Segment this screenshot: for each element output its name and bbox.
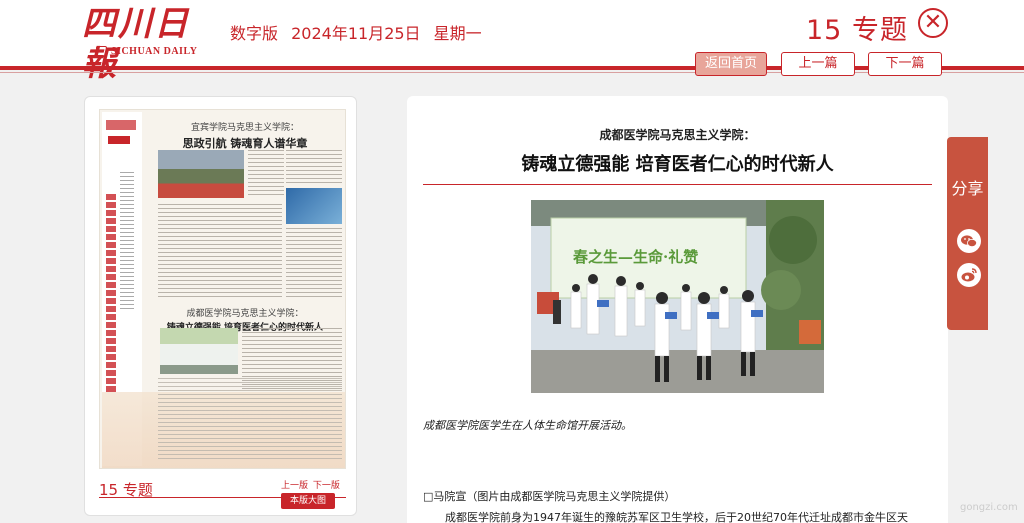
article-content: 成都医学院马克思主义学院： 铸魂立德强能 培育医者仁心的时代新人 春之生—生命·… — [407, 96, 948, 523]
edition-weekday: 星期一 — [433, 24, 482, 43]
thumbnail-text-block — [286, 228, 342, 300]
thumbnail-photo-2 — [286, 188, 342, 224]
logo-seal-icon — [96, 46, 107, 57]
weibo-glyph — [961, 268, 977, 282]
previous-article-button[interactable]: 上一篇 — [781, 52, 855, 76]
wechat-glyph — [961, 235, 977, 247]
next-page-link[interactable]: 下一版 — [313, 481, 340, 491]
thumbnail-photo-1 — [158, 150, 244, 198]
thumbnail-photo-3 — [160, 328, 238, 374]
thumbnail-text-block — [248, 150, 284, 198]
thumbnail-article1-subtitle: 宜宾学院马克思主义学院： — [190, 123, 299, 133]
prev-page-link[interactable]: 上一版 — [281, 481, 308, 491]
close-icon[interactable]: ✕ — [918, 8, 948, 38]
photo-caption: 成都医学院医学生在人体生命馆开展活动。 — [423, 419, 632, 432]
article-body-text: 成都医学院前身为1947年诞生的豫皖苏军区卫生学校，后于20世纪70年代迁址成都… — [445, 511, 908, 523]
thumbnail-article1-headline: 思政引航 铸魂育人谱华章 — [182, 137, 308, 150]
wechat-icon[interactable] — [957, 229, 981, 253]
thumbnail-text-block — [158, 378, 342, 462]
photo-banner-text: 春之生—生命·礼赞 — [573, 248, 698, 266]
article-headline: 铸魂立德强能 培育医者仁心的时代新人 — [521, 154, 834, 175]
edition-date: 2024年11月25日 — [291, 24, 421, 43]
thumbnail-logo — [106, 120, 136, 130]
page-big-image-button[interactable]: 本版大图 — [281, 493, 335, 509]
page-thumbnail[interactable]: 宜宾学院马克思主义学院： 思政引航 铸魂育人谱华章 成都医学院马克思主义学院： … — [99, 109, 346, 469]
thumbnail-article1-title[interactable]: 宜宾学院马克思主义学院： 思政引航 铸魂育人谱华章 — [160, 120, 330, 151]
page-thumbnail-panel: 宜宾学院马克思主义学院： 思政引航 铸魂育人谱华章 成都医学院马克思主义学院： … — [84, 96, 357, 516]
article-divider — [423, 184, 932, 185]
page-heading: 15 专题 — [806, 15, 908, 46]
weibo-icon[interactable] — [957, 263, 981, 287]
edition-info: 数字版 2024年11月25日 星期一 — [230, 20, 490, 44]
thumbnail-header — [102, 112, 142, 172]
article-photo-illustration: 春之生—生命·礼赞 — [531, 200, 824, 393]
site-watermark: gongzi.com — [960, 502, 1018, 513]
logo-english-row: SICHUAN DAILY — [96, 46, 197, 57]
thumbnail-vertical-title — [106, 194, 116, 394]
article-byline: □马院宣（图片由成都医学院马克思主义学院提供） — [423, 490, 676, 503]
share-label: 分享 — [951, 179, 984, 198]
sichuan-daily-logo[interactable]: 四川日報 SICHUAN DAILY — [82, 4, 206, 84]
thumbnail-article2-subtitle: 成都医学院马克思主义学院： — [186, 309, 304, 319]
article-subtitle: 成都医学院马克思主义学院： — [599, 128, 756, 142]
thumbnail-side-text — [120, 172, 134, 312]
thumbnail-text-block — [286, 150, 342, 184]
share-sidebar: 分享 — [947, 137, 988, 330]
edition-label: 数字版 — [230, 24, 279, 43]
logo-english-text: SICHUAN DAILY — [111, 46, 198, 57]
panel-page-links: 上一版 下一版 — [281, 478, 342, 491]
thumbnail-text-block — [158, 204, 282, 300]
thumbnail-tag — [108, 136, 130, 144]
next-article-button[interactable]: 下一篇 — [868, 52, 942, 76]
article-photo[interactable]: 春之生—生命·礼赞 — [531, 200, 824, 393]
home-button[interactable]: 返回首页 — [695, 52, 767, 76]
